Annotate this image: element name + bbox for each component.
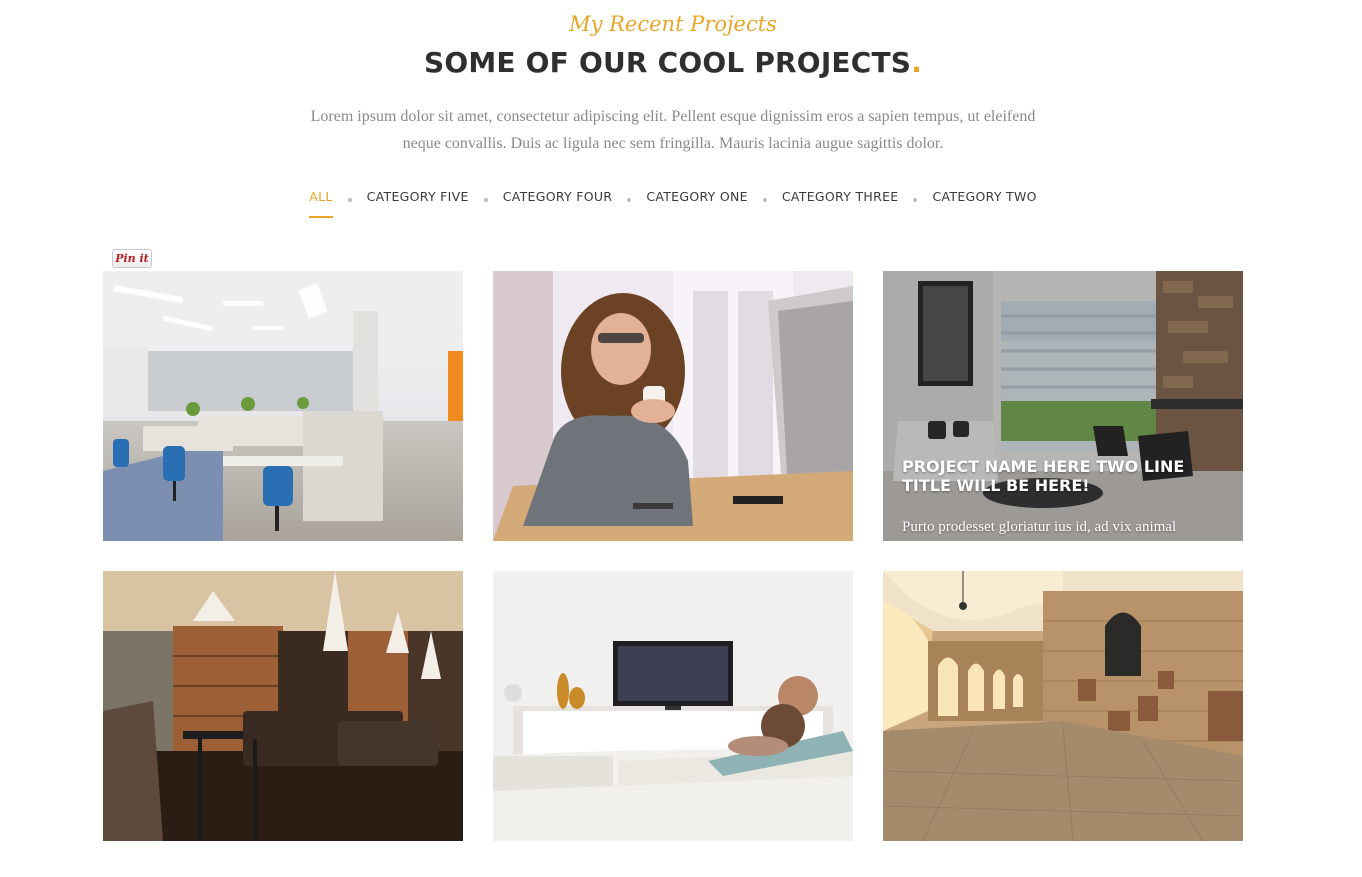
section-description: Lorem ipsum dolor sit amet, consectetur … bbox=[290, 103, 1056, 157]
filter-separator bbox=[347, 198, 352, 202]
filter-category-two[interactable]: CATEGORY TWO bbox=[932, 186, 1036, 212]
section-title-accent: . bbox=[911, 46, 923, 79]
filter-category-five[interactable]: CATEGORY FIVE bbox=[367, 186, 469, 212]
pin-it-button[interactable]: Pin it bbox=[112, 249, 152, 268]
project-item-living-room[interactable]: PROJECT NAME HERE TWO LINE TITLE WILL BE… bbox=[883, 271, 1243, 541]
woman-with-coffee-photo bbox=[493, 271, 853, 541]
filter-category-three[interactable]: CATEGORY THREE bbox=[782, 186, 899, 212]
section-title: SOME OF OUR COOL PROJECTS. bbox=[0, 46, 1346, 79]
project-item-couple-sofa[interactable] bbox=[493, 571, 853, 841]
couple-on-sofa-photo bbox=[493, 571, 853, 841]
office-cubicles-photo bbox=[103, 271, 463, 541]
section-title-text: SOME OF OUR COOL PROJECTS bbox=[423, 46, 912, 79]
filter-separator bbox=[627, 198, 632, 202]
cloister-arches-photo bbox=[883, 571, 1243, 841]
category-filter-bar: ALL CATEGORY FIVE CATEGORY FOUR CATEGORY… bbox=[0, 186, 1346, 218]
section-subtitle: My Recent Projects bbox=[569, 12, 777, 36]
project-item-office[interactable] bbox=[103, 271, 463, 541]
filter-category-one[interactable]: CATEGORY ONE bbox=[646, 186, 748, 212]
project-item-restaurant[interactable] bbox=[103, 571, 463, 841]
filter-separator bbox=[483, 198, 488, 202]
filter-category-four[interactable]: CATEGORY FOUR bbox=[503, 186, 613, 212]
restaurant-interior-photo bbox=[103, 571, 463, 841]
description-line-1: Lorem ipsum dolor sit amet, consectetur … bbox=[310, 108, 1036, 125]
filter-separator bbox=[762, 198, 767, 202]
filter-separator bbox=[913, 198, 918, 202]
project-hover-overlay bbox=[883, 271, 1243, 541]
filter-all[interactable]: ALL bbox=[309, 186, 334, 218]
project-item-cloister[interactable] bbox=[883, 571, 1243, 841]
project-excerpt: Purto prodesset gloriatur ius id, ad vix… bbox=[902, 519, 1177, 535]
project-item-woman-coffee[interactable] bbox=[493, 271, 853, 541]
project-title[interactable]: PROJECT NAME HERE TWO LINE TITLE WILL BE… bbox=[902, 457, 1222, 495]
description-line-2: neque convallis. Duis ac ligula nec sem … bbox=[402, 135, 944, 152]
